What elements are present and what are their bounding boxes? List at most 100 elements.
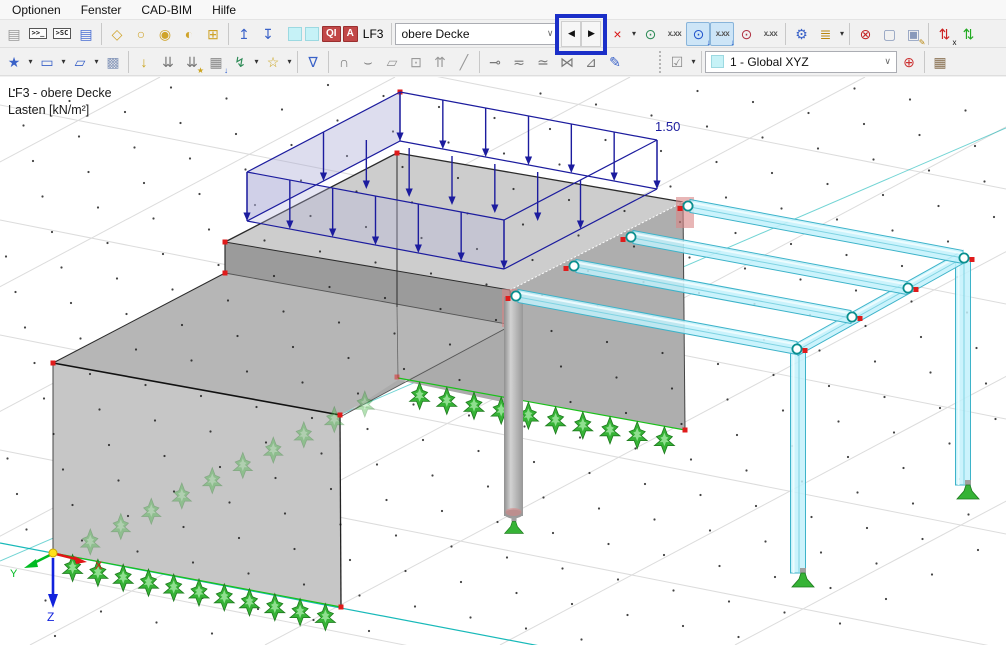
separator <box>785 22 787 45</box>
command-line-icon[interactable]: >>_ <box>26 22 50 46</box>
display-properties-glyph: ⚙ <box>795 25 808 42</box>
paste-above-glyph: ↥ <box>238 25 250 42</box>
icon-sub-glyph: ★ <box>196 65 204 75</box>
dropdown-arrow-icon[interactable]: ▾ <box>92 57 101 66</box>
arc-member-icon[interactable]: ∩ <box>332 50 356 74</box>
dropdown-arrow-icon[interactable]: ▾ <box>252 57 261 66</box>
new-surface-icon[interactable]: ▱ <box>68 50 92 74</box>
result-values-icon[interactable]: x.xx <box>758 22 782 46</box>
menu-item-hilfe[interactable]: Hilfe <box>202 1 246 19</box>
select-freeform-icon[interactable]: ◐ <box>177 22 201 46</box>
visibility-mode-icon-group: ☑ ▾ <box>665 50 698 74</box>
solid-cube-icon[interactable]: ⊡ <box>404 50 428 74</box>
dropdown-arrow-icon[interactable]: ▾ <box>629 29 638 38</box>
select-polygon-icon[interactable]: ◇ <box>105 22 129 46</box>
line-release-glyph: ≂ <box>513 53 525 70</box>
paste-below-glyph: ↧ <box>262 25 274 42</box>
coordinate-system-combo[interactable]: 1 - Global XYZ ∨ <box>705 50 897 73</box>
dotted-separator <box>659 50 661 73</box>
paste-below-icon[interactable]: ↧ <box>256 22 280 46</box>
loadcase-color-swatch-2[interactable] <box>305 26 319 41</box>
menu-item-fenster[interactable]: Fenster <box>71 1 132 19</box>
elevation-icon[interactable]: ⇈ <box>428 50 452 74</box>
separator <box>391 22 393 45</box>
menu-bar: Optionen Fenster CAD-BIM Hilfe <box>0 0 1006 20</box>
line-member-icon[interactable]: ╱ <box>452 50 476 74</box>
separator <box>701 50 702 73</box>
surface-load-icon[interactable]: ▦ ↓ <box>204 50 228 75</box>
loadcase-color-swatch-1[interactable] <box>288 26 302 41</box>
rfem-window: Optionen Fenster CAD-BIM Hilfe ▤ >>_ >SC ▤ ◇ ○ ◉ ◐… <box>0 0 1006 645</box>
line-release-icon[interactable]: ≂ <box>507 50 531 74</box>
panel-control-icon[interactable]: ▤ <box>2 22 26 46</box>
select-ring-icon[interactable]: ◉ <box>153 22 177 46</box>
select-ring-glyph: ◉ <box>158 25 172 42</box>
scissor-release-icon[interactable]: ⋈ <box>555 50 579 74</box>
zoom-cancel-icon[interactable]: ⊗ <box>853 22 877 46</box>
menu-item-optionen[interactable]: Optionen <box>2 1 71 19</box>
axes-y-icon[interactable]: ⇅ <box>956 22 980 46</box>
delete-loadcase-icon[interactable]: × <box>605 22 629 46</box>
select-window-icon[interactable]: ⊞ <box>201 22 225 46</box>
dropdown-arrow-icon[interactable]: ▾ <box>689 57 698 66</box>
visibility-mode-icon[interactable]: ☑ <box>665 50 689 74</box>
solid-model-icon[interactable]: ▣ ✎ <box>901 22 926 47</box>
separator <box>928 22 930 45</box>
previous-loadcase-button[interactable]: ◀ <box>561 20 582 47</box>
separator <box>924 50 925 73</box>
loadcase-combo[interactable]: obere Decke ∨ <box>395 22 560 45</box>
member-release-icon[interactable]: ⊸ <box>483 50 507 74</box>
show-results-icon[interactable]: ⊙ <box>734 22 758 46</box>
calculation-icon[interactable]: ≣ <box>813 22 837 46</box>
dropdown-arrow-icon[interactable]: ▾ <box>285 57 294 66</box>
axes-x-icon[interactable]: ⇅ x <box>932 22 957 47</box>
edit-surface-glyph: ✎ <box>609 53 621 70</box>
tables-icon[interactable]: ▦ <box>928 50 952 74</box>
load-generator-icon[interactable]: ☆ <box>261 50 285 74</box>
new-node-icon[interactable]: ★ <box>2 50 26 74</box>
dropdown-arrow-icon[interactable]: ▾ <box>837 29 846 38</box>
surface-plane-icon[interactable]: ▱ <box>380 50 404 74</box>
imperfection-icon[interactable]: ↯ <box>228 50 252 74</box>
ucs-icon[interactable]: ⊕ <box>897 50 921 74</box>
viewport-3d[interactable]: 1.50 X Y Z LF3 - obere Decke Lasten [kN/… <box>0 0 1006 645</box>
load-by-click-glyph: ⊙ <box>644 25 657 42</box>
dropdown-arrow-icon[interactable]: ▾ <box>26 57 35 66</box>
show-loads-toggle[interactable]: ⊙ ↓ <box>686 21 711 46</box>
load-by-click-icon[interactable]: ⊙ <box>638 22 662 46</box>
select-freeform-glyph: ◐ <box>184 25 194 42</box>
data-list-icon[interactable]: ▤ <box>74 22 98 46</box>
member-load-icon[interactable]: ⇊ <box>156 50 180 74</box>
select-window-glyph: ⊞ <box>207 25 219 42</box>
load-generator-icon-group: ☆ ▾ <box>261 50 294 74</box>
menu-item-cad-bim[interactable]: CAD-BIM <box>131 1 202 19</box>
load-generator-glyph: ☆ <box>266 53 280 70</box>
member-load-star-icon[interactable]: ⇊ ★ <box>180 50 204 75</box>
display-properties-icon[interactable]: ⚙ <box>789 22 813 46</box>
axes-y-glyph: ⇅ <box>962 25 975 42</box>
new-solid-icon[interactable]: ▩ <box>101 50 125 74</box>
combo-content: 1 - Global XYZ <box>711 55 809 69</box>
axes-x-glyph: ⇅ <box>938 25 951 42</box>
edit-surface-icon[interactable]: ✎ <box>603 50 627 74</box>
script-console-icon[interactable]: >SC <box>50 22 74 46</box>
chevron-down-icon: ∨ <box>884 56 891 66</box>
next-loadcase-button[interactable]: ▶ <box>581 20 602 47</box>
cable-member-icon[interactable]: ⌣ <box>356 50 380 74</box>
nodal-load-icon[interactable]: ↓ <box>132 50 156 74</box>
hinge-release-icon[interactable]: ≃ <box>531 50 555 74</box>
wireframe-model-icon[interactable]: ▢ <box>877 22 901 46</box>
show-load-values-toggle[interactable]: x.xx ↓ <box>710 21 735 46</box>
load-values-cursor-icon[interactable]: x.xx <box>662 22 686 46</box>
paste-above-icon[interactable]: ↥ <box>232 22 256 46</box>
filter-icon[interactable]: ∇ <box>301 50 325 74</box>
select-ellipse-icon[interactable]: ○ <box>129 22 153 46</box>
dropdown-arrow-icon[interactable]: ▾ <box>59 57 68 66</box>
member-release-glyph: ⊸ <box>489 53 501 70</box>
new-line-glyph: ▭ <box>40 53 54 70</box>
filter-glyph: ∇ <box>308 53 318 70</box>
loadcase-nav: ◀ ▶ <box>555 13 608 55</box>
wedge-release-icon[interactable]: ⊿ <box>579 50 603 74</box>
script-console-glyph: >SC <box>52 28 72 39</box>
new-line-icon[interactable]: ▭ <box>35 50 59 74</box>
